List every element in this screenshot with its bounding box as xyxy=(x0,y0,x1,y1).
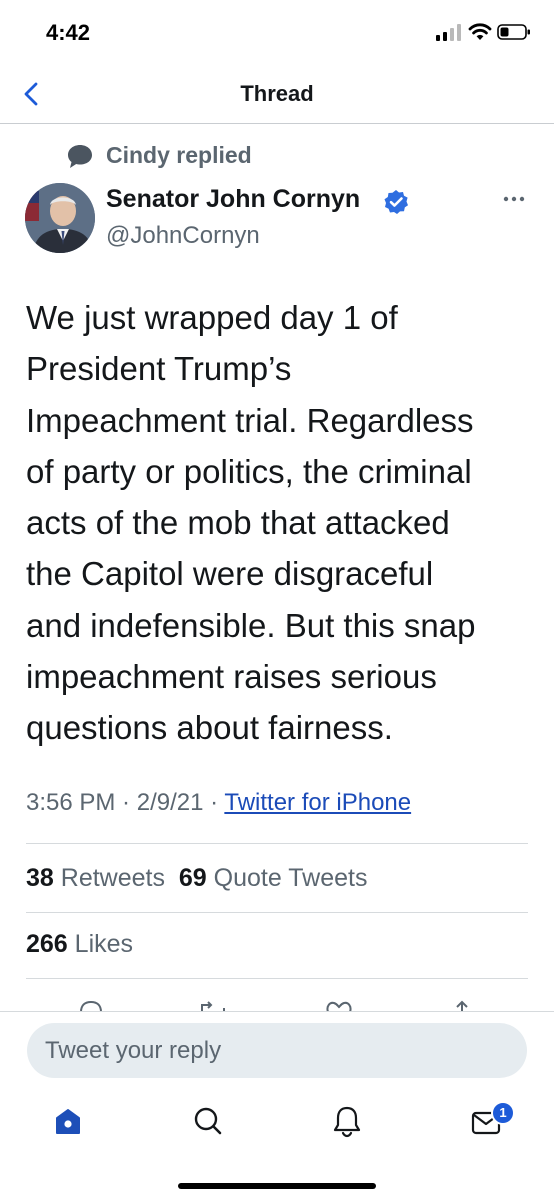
battery-icon xyxy=(497,24,530,40)
tweet-reply-input[interactable] xyxy=(27,1023,527,1078)
avatar-portrait-icon xyxy=(25,183,95,253)
retweets-count: 38 xyxy=(26,864,54,892)
tweet-text-line: and indefensible. But this snap xyxy=(26,606,476,644)
tweet-time: 3:56 PM xyxy=(26,789,116,816)
author-handle[interactable]: @JohnCornyn xyxy=(106,222,260,250)
search-icon[interactable] xyxy=(191,1104,225,1138)
tweet-text-line: questions about fairness. xyxy=(26,709,393,747)
page-title: Thread xyxy=(240,81,314,106)
home-indicator xyxy=(178,1183,376,1189)
verified-badge-icon xyxy=(384,190,408,214)
divider xyxy=(26,843,528,844)
author-name[interactable]: Senator John Cornyn xyxy=(106,185,360,214)
tweet-text-line: We just wrapped day 1 of xyxy=(26,299,398,336)
bell-icon[interactable] xyxy=(330,1104,364,1138)
tweet-text-line: Impeachment trial. Regardless xyxy=(26,401,474,439)
meta-separator: · xyxy=(115,789,137,816)
nav-divider xyxy=(0,123,554,124)
retweets-label: Retweets xyxy=(60,864,165,892)
home-icon[interactable] xyxy=(51,1104,85,1138)
tweet-date: 2/9/21 xyxy=(136,789,204,816)
tweet-text-line: of party or politics, the criminal xyxy=(26,452,472,490)
quote-tweets-count: 69 xyxy=(178,864,207,892)
tweet-text-line: President Trump’s xyxy=(26,350,292,388)
more-icon[interactable] xyxy=(502,192,526,206)
likes-stat[interactable]: 266 Likes xyxy=(26,930,133,959)
meta-separator: · xyxy=(203,789,225,816)
tweet-text-line: acts of the mob that attacked xyxy=(26,504,450,542)
divider xyxy=(26,978,528,979)
avatar[interactable] xyxy=(25,183,95,253)
status-time: 4:42 xyxy=(46,20,91,45)
tweet-text-line: impeachment raises serious xyxy=(26,658,437,696)
engagement-counts: 38 Retweets 69 Quote Tweets xyxy=(26,864,367,893)
messages-badge: 1 xyxy=(491,1101,515,1125)
divider xyxy=(26,912,528,913)
retweets-stat[interactable]: 38 Retweets xyxy=(26,864,165,892)
likes-label: Likes xyxy=(74,930,134,958)
wifi-icon xyxy=(468,23,492,40)
cellular-signal-icon xyxy=(436,24,461,41)
tweet-text-line: the Capitol were disgraceful xyxy=(26,555,434,593)
quote-tweets-label: Quote Tweets xyxy=(213,864,368,892)
tweet-source-link[interactable]: Twitter for iPhone xyxy=(224,789,411,816)
speech-bubble-icon xyxy=(68,145,92,168)
reply-context-label: Cindy replied xyxy=(106,142,252,168)
divider xyxy=(0,1011,554,1012)
likes-count: 266 xyxy=(26,930,68,958)
tweet-text: We just wrapped day 1 of President Trump… xyxy=(26,292,526,754)
tweet-timestamp: 3:56 PM · 2/9/21 · Twitter for iPhone xyxy=(26,789,411,817)
quote-tweets-stat[interactable]: 69 Quote Tweets xyxy=(179,864,368,892)
